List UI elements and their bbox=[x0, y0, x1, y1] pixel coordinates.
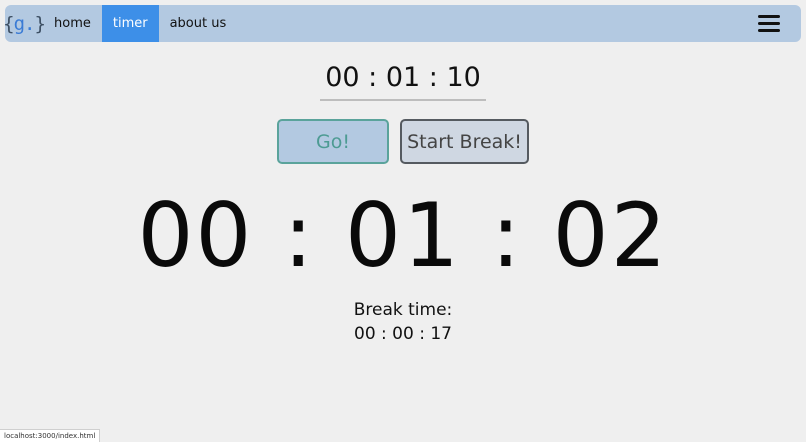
nav-item-timer[interactable]: timer bbox=[101, 5, 159, 42]
logo[interactable]: { g. } bbox=[3, 5, 46, 42]
go-button[interactable]: Go! bbox=[277, 119, 389, 164]
hamburger-line bbox=[758, 29, 780, 32]
logo-brace-open: { bbox=[3, 12, 14, 35]
hamburger-line bbox=[758, 15, 780, 18]
logo-letter: g. bbox=[13, 12, 36, 35]
hamburger-line bbox=[758, 22, 780, 25]
nav-item-about-us[interactable]: about us bbox=[159, 5, 238, 42]
start-break-button[interactable]: Start Break! bbox=[400, 119, 529, 164]
nav-item-home[interactable]: home bbox=[43, 5, 102, 42]
timer-duration-input[interactable]: 00 : 01 : 10 bbox=[320, 58, 486, 101]
break-time-value: 00 : 00 : 17 bbox=[354, 324, 452, 344]
navbar: { g. } home timer about us bbox=[3, 5, 801, 42]
break-time-label: Break time: bbox=[353, 300, 453, 320]
main-timer-display: 00 : 01 : 02 bbox=[137, 184, 669, 287]
hamburger-menu-icon[interactable] bbox=[758, 15, 780, 32]
status-bar-url: localhost:3000/index.html bbox=[0, 429, 101, 442]
page: { g. } home timer about us 00 : 01 : 10 … bbox=[0, 0, 806, 442]
